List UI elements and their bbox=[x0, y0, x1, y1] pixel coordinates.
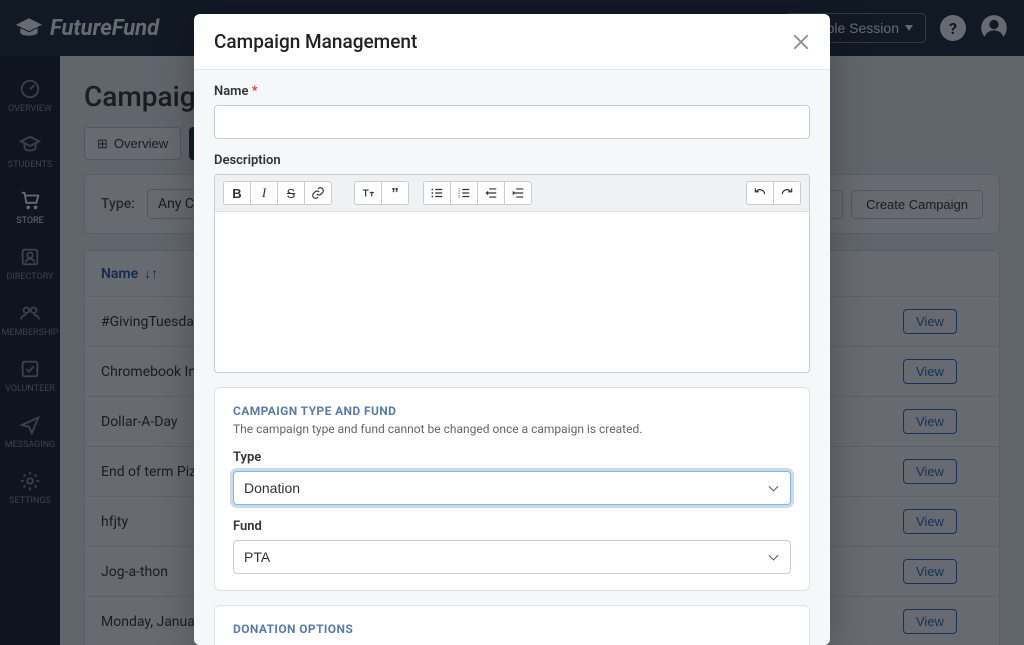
outdent-icon bbox=[484, 186, 498, 200]
ordered-list-button[interactable]: 123 bbox=[450, 181, 478, 205]
type-fund-panel: CAMPAIGN TYPE AND FUND The campaign type… bbox=[214, 387, 810, 591]
outdent-button[interactable] bbox=[477, 181, 505, 205]
indent-icon bbox=[511, 186, 525, 200]
type-label: Type bbox=[233, 450, 791, 465]
link-button[interactable] bbox=[304, 181, 332, 205]
redo-button[interactable] bbox=[773, 181, 801, 205]
modal-title: Campaign Management bbox=[214, 30, 417, 53]
quote-button[interactable]: ” bbox=[381, 181, 409, 205]
editor-textarea[interactable] bbox=[215, 212, 809, 372]
campaign-modal: Campaign Management Name * Description B… bbox=[194, 14, 830, 645]
type-fund-heading: CAMPAIGN TYPE AND FUND bbox=[233, 404, 791, 418]
indent-button[interactable] bbox=[504, 181, 532, 205]
type-size-icon bbox=[361, 186, 375, 200]
description-label: Description bbox=[214, 153, 810, 168]
close-icon[interactable] bbox=[792, 33, 810, 51]
name-input[interactable] bbox=[214, 105, 810, 139]
undo-icon bbox=[753, 186, 767, 200]
type-select[interactable]: Donation bbox=[233, 471, 791, 505]
strike-button[interactable]: S bbox=[277, 181, 305, 205]
svg-text:3: 3 bbox=[458, 195, 460, 199]
bold-button[interactable]: B bbox=[223, 181, 251, 205]
description-editor: B I S ” bbox=[214, 174, 810, 373]
ol-icon: 123 bbox=[457, 186, 471, 200]
fund-select[interactable]: PTA bbox=[233, 540, 791, 574]
heading-button[interactable] bbox=[354, 181, 382, 205]
italic-button[interactable]: I bbox=[250, 181, 278, 205]
name-label: Name * bbox=[214, 84, 810, 99]
ul-icon bbox=[430, 186, 444, 200]
donation-heading: DONATION OPTIONS bbox=[233, 622, 791, 636]
link-icon bbox=[311, 186, 325, 200]
undo-button[interactable] bbox=[746, 181, 774, 205]
type-fund-subtext: The campaign type and fund cannot be cha… bbox=[233, 422, 791, 436]
bullet-list-button[interactable] bbox=[423, 181, 451, 205]
redo-icon bbox=[780, 186, 794, 200]
fund-label: Fund bbox=[233, 519, 791, 534]
quote-icon: ” bbox=[391, 185, 399, 202]
donation-options-panel: DONATION OPTIONS Amount bbox=[214, 605, 810, 645]
editor-toolbar: B I S ” bbox=[215, 175, 809, 212]
